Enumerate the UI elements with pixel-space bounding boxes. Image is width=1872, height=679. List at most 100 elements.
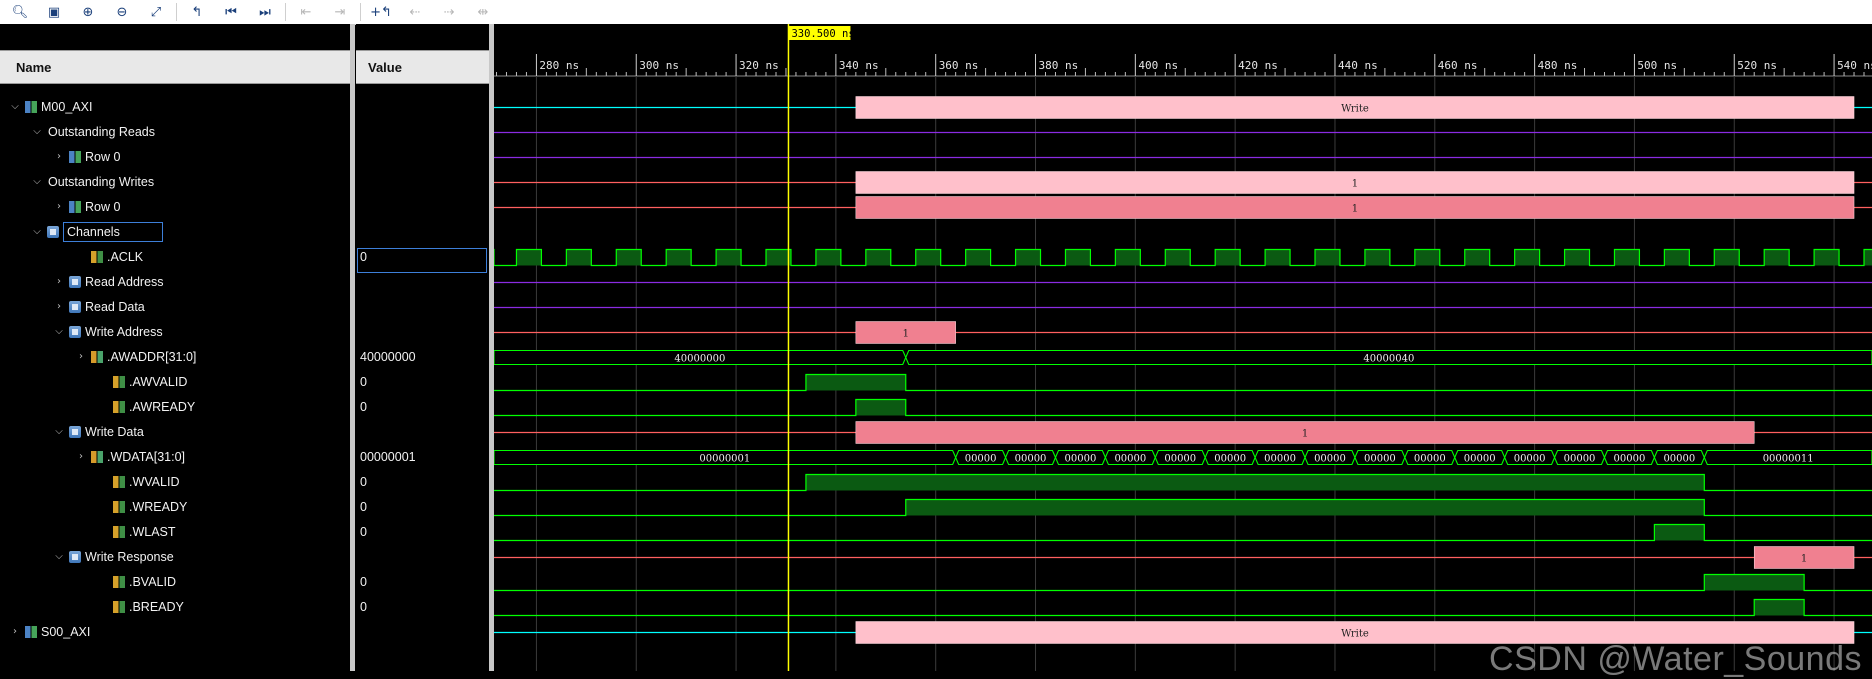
signal-name[interactable]: .WVALID [129,475,179,489]
chevron-down-icon[interactable]: ⌵ [30,226,44,237]
signal-name[interactable]: .BVALID [129,575,176,589]
chevron-right-icon[interactable]: › [74,351,88,362]
bus-value-label: 00000 [1564,454,1596,465]
chevron-right-icon[interactable]: › [52,301,66,312]
swap-cursors-button[interactable]: ⇹ [469,2,497,22]
tick-label: 340 ns [839,59,879,72]
waveform-pane[interactable]: 280 ns 300 ns 320 ns 340 ns 360 ns 380 ns 400 … [494,24,1872,678]
signal-name[interactable]: Write Data [85,425,144,439]
signal-name[interactable]: Read Address [85,275,164,289]
signal-row[interactable]: ⌵ Write Address [0,319,350,344]
save-button[interactable]: ▣ [40,2,68,22]
previous-transition-button[interactable]: ⇤ [292,2,320,22]
watermark: CSDN @Water_Sounds [1489,640,1862,678]
clock-high-fill [1564,249,1590,266]
go-to-cursor-button[interactable]: ↰ [183,2,211,22]
signal-name[interactable]: Channels [63,221,163,242]
signal-name[interactable]: Read Data [85,300,145,314]
zoom-in-button[interactable]: ⊕ [74,2,102,22]
value-row [356,144,489,169]
transaction-label: 1 [1352,204,1358,215]
signal-row[interactable]: .ACLK [0,244,350,269]
clock-high-fill [1364,249,1390,266]
chevron-down-icon[interactable]: ⌵ [52,326,66,337]
signal-name[interactable]: .AWADDR[31:0] [107,350,196,364]
signal-row[interactable]: ⌵ Write Response [0,544,350,569]
value-row [356,169,489,194]
signal-row[interactable]: .WLAST [0,519,350,544]
chevron-right-icon[interactable]: › [74,451,88,462]
zoom-fit-button[interactable]: ⤢ [142,2,170,22]
signal-row[interactable]: ⌵ Outstanding Writes [0,169,350,194]
chevron-down-icon[interactable]: ⌵ [30,176,44,187]
bit-high-fill [855,399,906,416]
bit-signal-icon [91,250,103,263]
signal-row[interactable]: .WVALID [0,469,350,494]
signal-name[interactable]: Row 0 [85,150,120,164]
bus-value-label: 00000011 [1763,454,1814,465]
signal-name[interactable]: .ACLK [107,250,143,264]
signal-row[interactable]: .AWREADY [0,394,350,419]
signal-row[interactable]: ⌵ Outstanding Reads [0,119,350,144]
zoom-out-button[interactable]: ⊖ [108,2,136,22]
signal-row[interactable]: › .AWADDR[31:0] [0,344,350,369]
signal-row[interactable]: › S00_AXI [0,619,350,644]
signal-row[interactable]: › Row 0 [0,194,350,219]
value-column-header[interactable]: Value [356,50,489,84]
signal-name[interactable]: .AWREADY [129,400,195,414]
signal-row[interactable]: › Row 0 [0,144,350,169]
chevron-down-icon[interactable]: ⌵ [30,126,44,137]
signal-row[interactable]: .BVALID [0,569,350,594]
name-column-header[interactable]: Name [0,50,350,84]
go-to-time-0-button[interactable]: ⏮ [217,2,245,22]
signal-value: 0 [360,374,367,389]
signal-row[interactable]: › .WDATA[31:0] [0,444,350,469]
chevron-right-icon[interactable]: › [52,151,66,162]
value-row: 0 [356,519,489,544]
signal-name[interactable]: .BREADY [129,600,184,614]
signal-row[interactable]: .BREADY [0,594,350,619]
chevron-right-icon[interactable]: › [8,626,22,637]
signal-row[interactable]: ⌵ Channels [0,219,350,244]
waveform-canvas[interactable]: 280 ns 300 ns 320 ns 340 ns 360 ns 380 ns 400 … [494,24,1872,671]
next-marker-button[interactable]: ⇢ [435,2,463,22]
signal-name[interactable]: Write Response [85,550,174,564]
signal-name[interactable]: S00_AXI [41,625,90,639]
signal-name[interactable]: Row 0 [85,200,120,214]
toolbar-separator [285,3,286,21]
go-to-last-time-button[interactable]: ⏭ [251,2,279,22]
signal-name[interactable]: .WDATA[31:0] [107,450,185,464]
signal-row[interactable]: .WREADY [0,494,350,519]
chevron-down-icon[interactable]: ⌵ [52,551,66,562]
signal-value: 0 [360,599,367,614]
clock-high-fill [1714,249,1740,266]
signal-name[interactable]: .WLAST [129,525,176,539]
chevron-right-icon[interactable]: › [52,276,66,287]
signal-row[interactable]: › Read Address [0,269,350,294]
signal-name[interactable]: M00_AXI [41,100,92,114]
signal-name[interactable]: Write Address [85,325,163,339]
clock-high-fill [1215,249,1241,266]
clock-high-fill [1414,249,1440,266]
chevron-down-icon[interactable]: ⌵ [52,426,66,437]
signal-row[interactable]: › Read Data [0,294,350,319]
next-marker-icon: ⇢ [443,4,455,20]
chevron-right-icon[interactable]: › [52,201,66,212]
search-button[interactable]: 🔍︎ [6,2,34,22]
signal-name[interactable]: Outstanding Writes [48,175,154,189]
signal-row[interactable]: .AWVALID [0,369,350,394]
group-icon [47,225,59,238]
signal-name[interactable]: Outstanding Reads [48,125,155,139]
previous-marker-button[interactable]: ⇠ [401,2,429,22]
signal-row[interactable]: ⌵ Write Data [0,419,350,444]
cursor-time-label: 330.500 ns [791,28,854,40]
signal-name[interactable]: .WREADY [129,500,187,514]
bus-value-label: 00000 [1614,454,1646,465]
add-marker-button[interactable]: +↰ [367,2,395,22]
signal-name[interactable]: .AWVALID [129,375,187,389]
next-transition-button[interactable]: ⇥ [326,2,354,22]
chevron-down-icon[interactable]: ⌵ [8,101,22,112]
value-row [356,219,489,244]
name-pane: Name ⌵ M00_AXI ⌵ Outstanding Reads › Row 0 ⌵ Ou… [0,24,355,671]
signal-row[interactable]: ⌵ M00_AXI [0,94,350,119]
